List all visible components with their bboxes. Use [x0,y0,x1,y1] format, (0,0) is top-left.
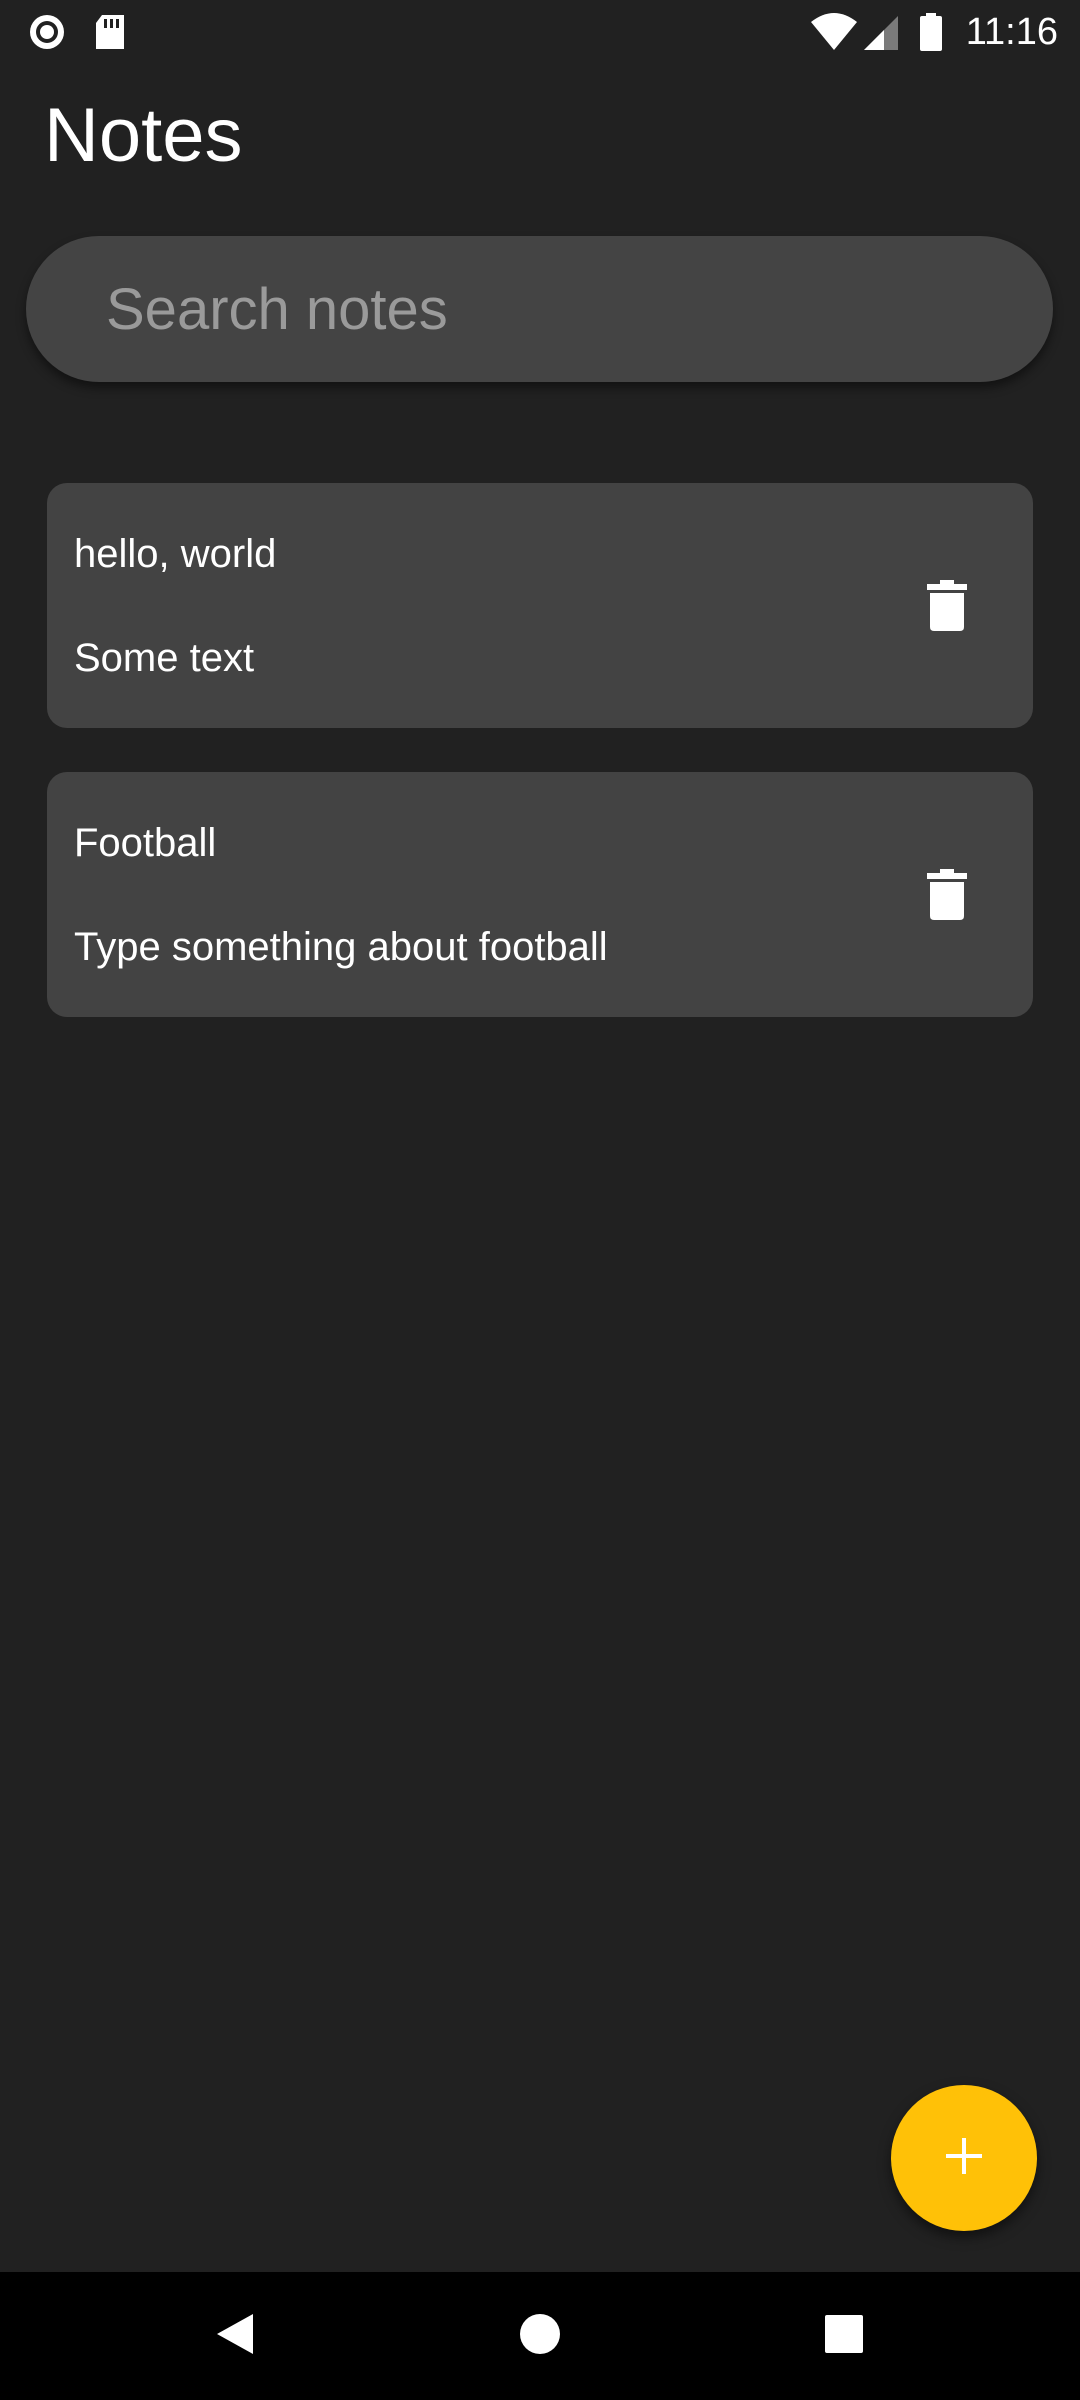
cell-signal-icon [862,12,900,52]
home-icon [518,2312,562,2361]
page-title: Notes [44,93,243,178]
record-icon [27,12,67,52]
note-body: Some text [74,636,255,680]
note-title: hello, world [74,532,277,576]
system-nav-bar [0,2272,1080,2400]
note-title: Football [74,821,217,865]
trash-icon [927,579,967,637]
delete-note-button[interactable] [917,573,977,643]
search-input[interactable] [106,236,1006,382]
status-bar: 11:16 [0,0,1080,64]
back-icon [213,2312,257,2361]
battery-icon [918,12,944,52]
status-time: 11:16 [965,11,1058,53]
note-body: Type something about football [74,925,608,969]
wifi-icon [810,12,858,52]
add-note-button[interactable] [891,2085,1037,2231]
sd-card-icon [90,12,130,52]
search-bar[interactable] [26,236,1053,382]
note-card[interactable]: Football Type something about football [47,772,1033,1017]
back-button[interactable] [203,2304,267,2368]
delete-note-button[interactable] [917,862,977,932]
home-button[interactable] [508,2304,572,2368]
trash-icon [927,868,967,926]
recents-icon [824,2314,864,2359]
note-card[interactable]: hello, world Some text [47,483,1033,728]
recents-button[interactable] [812,2304,876,2368]
plus-icon [944,2136,984,2181]
